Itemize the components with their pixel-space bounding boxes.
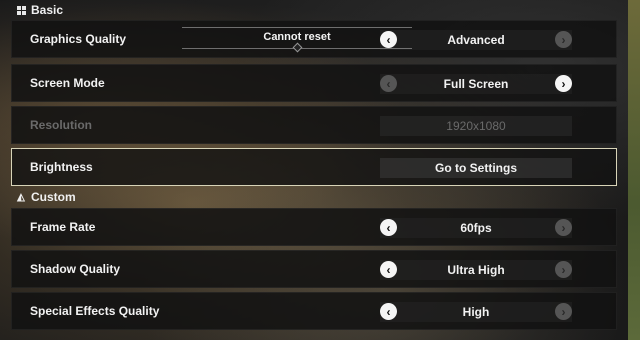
setting-row-resolution: Resolution 1920x1080 [11, 106, 617, 144]
arrow-left-icon[interactable]: ‹ [380, 303, 397, 320]
frame-rate-selector[interactable]: ‹ 60fps › [380, 218, 572, 238]
arrow-right-icon[interactable]: › [555, 219, 572, 236]
screen-mode-selector[interactable]: ‹ Full Screen › [380, 74, 572, 94]
screen-mode-value: Full Screen [443, 77, 509, 91]
arrow-left-icon[interactable]: ‹ [380, 261, 397, 278]
arrow-left-icon[interactable]: ‹ [380, 219, 397, 236]
setting-label-screen-mode: Screen Mode [30, 76, 105, 90]
setting-row-brightness[interactable]: Brightness Go to Settings [11, 148, 617, 186]
arrow-right-icon[interactable]: › [555, 261, 572, 278]
special-effects-quality-selector[interactable]: ‹ High › [380, 302, 572, 322]
setting-row-frame-rate[interactable]: Frame Rate ‹ 60fps › [11, 208, 617, 246]
go-to-settings-button[interactable]: Go to Settings [380, 158, 572, 178]
graphics-quality-value: Advanced [447, 33, 505, 47]
section-title-custom: Custom [31, 190, 76, 204]
arrow-right-icon[interactable]: › [555, 75, 572, 92]
tooltip-divider [182, 27, 412, 28]
shadow-quality-selector[interactable]: ‹ Ultra High › [380, 260, 572, 280]
shadow-quality-value: Ultra High [447, 263, 505, 277]
grid-icon [14, 5, 28, 15]
setting-row-special-effects-quality[interactable]: Special Effects Quality ‹ High › [11, 292, 617, 330]
section-header-basic: Basic [0, 1, 628, 19]
special-effects-quality-value: High [462, 305, 490, 319]
setting-row-screen-mode[interactable]: Screen Mode ‹ Full Screen › [11, 64, 617, 102]
setting-label-frame-rate: Frame Rate [30, 220, 96, 234]
triangle-ruler-icon: ◭ [17, 191, 25, 203]
setting-label-special-effects-quality: Special Effects Quality [30, 304, 160, 318]
section-title-basic: Basic [31, 3, 64, 17]
setting-label-brightness: Brightness [30, 160, 93, 174]
resolution-value: 1920x1080 [446, 119, 506, 133]
arrow-left-icon[interactable]: ‹ [380, 75, 397, 92]
settings-panel: Basic Graphics Quality ‹ Advanced › Scre… [0, 0, 628, 340]
arrow-right-icon[interactable]: › [555, 303, 572, 320]
setting-label-shadow-quality: Shadow Quality [30, 262, 121, 276]
setting-label-graphics-quality: Graphics Quality [30, 32, 127, 46]
cannot-reset-tooltip: Cannot reset [182, 27, 412, 53]
background-edge [628, 0, 640, 340]
resolution-selector: 1920x1080 [380, 116, 572, 136]
frame-rate-value: 60fps [460, 221, 492, 235]
arrow-right-icon[interactable]: › [555, 31, 572, 48]
setting-label-resolution: Resolution [30, 118, 92, 132]
setting-row-shadow-quality[interactable]: Shadow Quality ‹ Ultra High › [11, 250, 617, 288]
section-header-custom: ◭ Custom [0, 188, 628, 206]
